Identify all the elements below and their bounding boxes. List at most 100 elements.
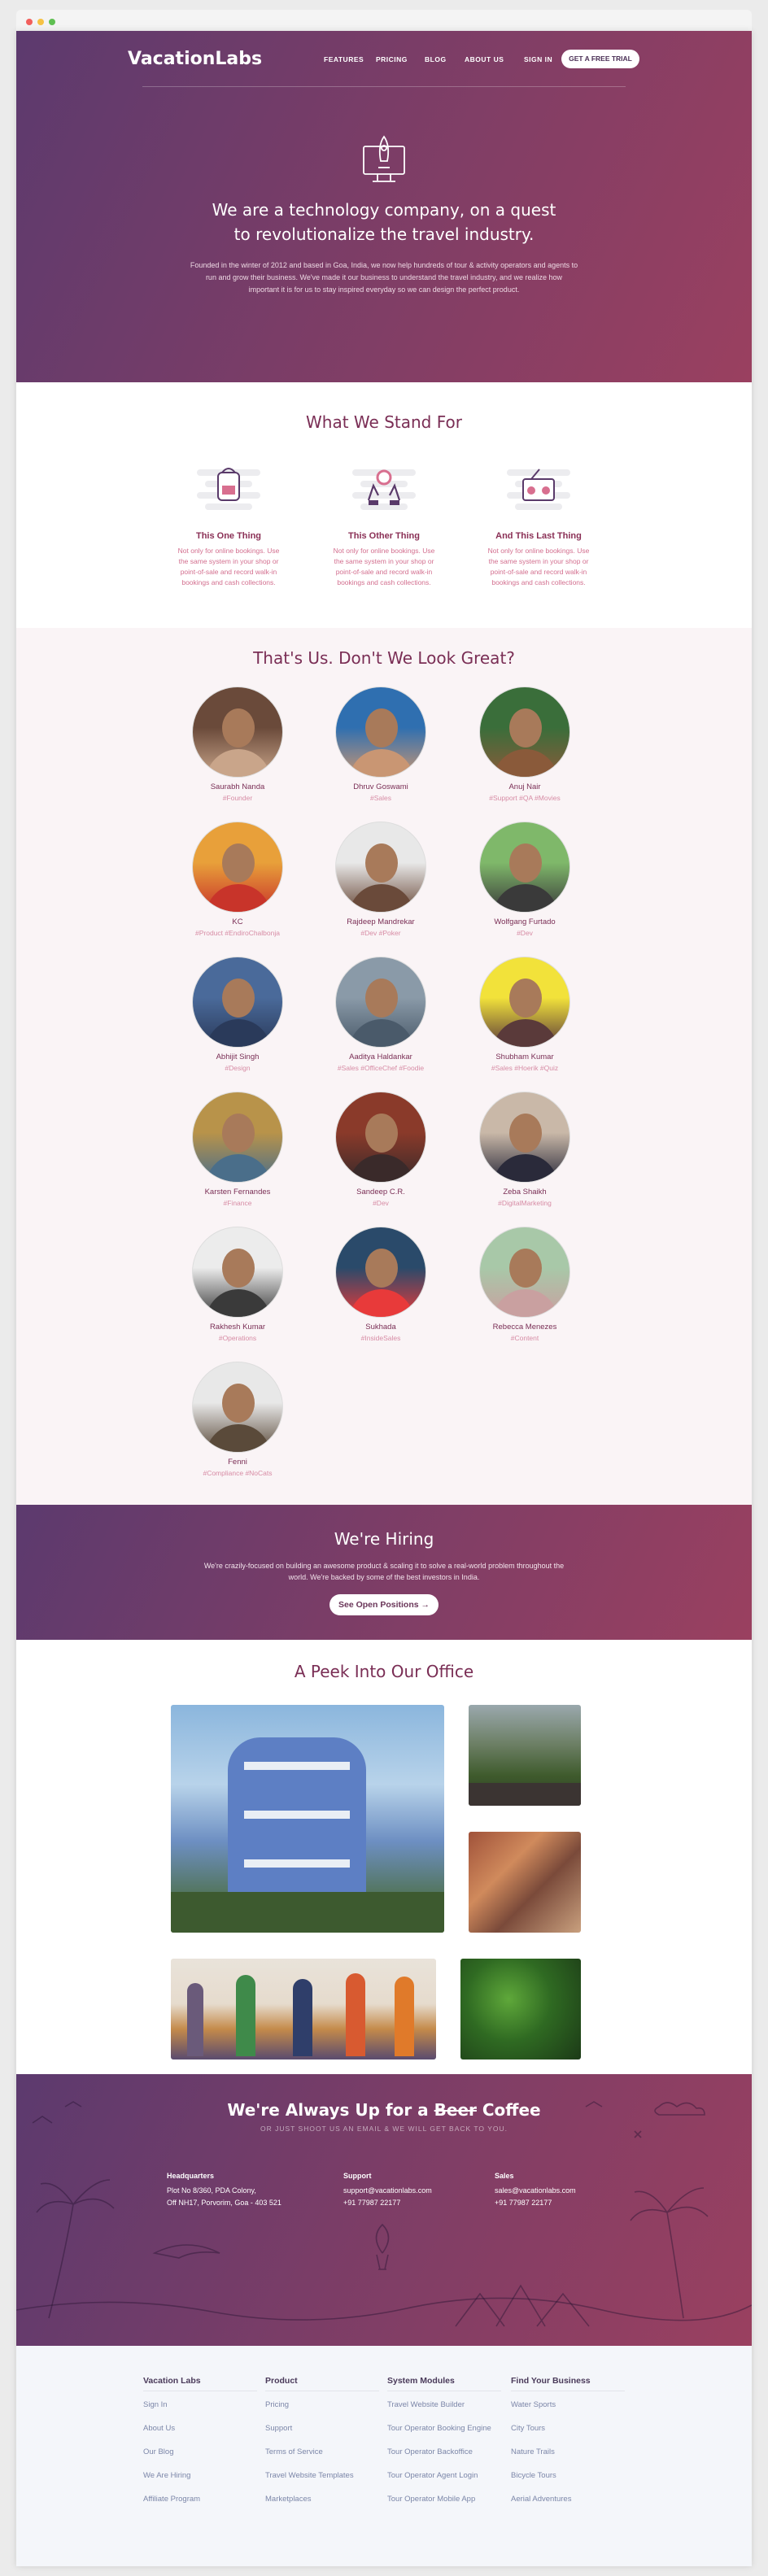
- avatar: [335, 1227, 426, 1318]
- value-text: Not only for online bookings. Use the sam…: [177, 547, 280, 586]
- team-member-name: Aaditya Haldankar: [349, 1053, 412, 1061]
- avatar-body-shape: [206, 1154, 271, 1182]
- avatar: [192, 957, 283, 1048]
- team-member-tags: #Compliance #NoCats: [203, 1469, 273, 1477]
- nav-pricing[interactable]: PRICING: [376, 55, 408, 63]
- team-member-tags: #Product #EndiroChalbonja: [195, 929, 280, 937]
- team-title: That's Us. Don't We Look Great?: [253, 648, 515, 668]
- hiring-text-line-2: world. We're backed by some of the best …: [288, 1573, 480, 1581]
- team-member-tags: #Dev: [517, 929, 533, 937]
- footer-link[interactable]: Tour Operator Backoffice: [387, 2447, 473, 2456]
- footer-link[interactable]: Marketplaces: [265, 2495, 312, 2504]
- team-group-photo: [171, 1959, 436, 2059]
- team-member-tags: #Dev #Poker: [360, 929, 401, 937]
- nav-sign-in[interactable]: SIGN IN: [524, 55, 552, 63]
- office-section: A Peek Into Our Office: [16, 1640, 752, 2074]
- close-window-dot[interactable]: [26, 19, 33, 25]
- team-section: That's Us. Don't We Look Great? Saurabh …: [16, 628, 752, 1505]
- avatar: [335, 822, 426, 913]
- avatar: [479, 1092, 570, 1183]
- free-trial-button[interactable]: GET A FREE TRIAL: [561, 50, 639, 68]
- open-positions-button[interactable]: See Open Positions →: [329, 1594, 439, 1615]
- value-title: This One Thing: [195, 531, 262, 541]
- avatar-body-shape: [206, 884, 271, 912]
- footer-link[interactable]: About Us: [143, 2424, 175, 2433]
- avatar: [335, 686, 426, 778]
- footer-section: Vacation Labs Sign In About Us Our Blog We A…: [16, 2346, 752, 2566]
- footer-column-title: Vacation Labs: [143, 2376, 201, 2386]
- avatar-face-shape: [365, 979, 398, 1018]
- rocket-monitor-icon: [363, 135, 405, 182]
- avatar-face-shape: [365, 1114, 398, 1153]
- contact-title: We're Always Up for a Beer Coffee: [227, 2100, 541, 2120]
- avatar: [192, 686, 283, 778]
- browser-chrome: [16, 10, 752, 33]
- office-title: A Peek Into Our Office: [294, 1662, 474, 1681]
- footer-link[interactable]: Tour Operator Booking Engine: [387, 2424, 491, 2433]
- radio-icon: [507, 469, 570, 510]
- minimize-window-dot[interactable]: [37, 19, 44, 25]
- team-member-name: Saurabh Nanda: [210, 782, 265, 791]
- sales-phone[interactable]: +91 77987 22177: [495, 2197, 552, 2209]
- avatar-face-shape: [222, 1249, 255, 1288]
- hands-gear-icon: [352, 469, 416, 510]
- maximize-window-dot[interactable]: [49, 19, 55, 25]
- footer-link[interactable]: Affiliate Program: [143, 2495, 200, 2504]
- avatar: [192, 1227, 283, 1318]
- footer-link[interactable]: Travel Website Builder: [387, 2400, 465, 2409]
- footer-link[interactable]: Bicycle Tours: [511, 2471, 556, 2480]
- footer-link[interactable]: We Are Hiring: [143, 2471, 190, 2480]
- footer-link[interactable]: Aerial Adventures: [511, 2495, 571, 2504]
- office-view-photo: [469, 1705, 581, 1806]
- footer-link[interactable]: Pricing: [265, 2400, 289, 2409]
- nav-features[interactable]: FEATURES: [324, 55, 364, 63]
- avatar-body-shape: [206, 1289, 271, 1317]
- avatar: [192, 822, 283, 913]
- avatar-body-shape: [349, 1154, 414, 1182]
- team-member-tags: #Content: [510, 1334, 539, 1342]
- footer-link[interactable]: City Tours: [511, 2424, 545, 2433]
- footer-link[interactable]: Travel Website Templates: [265, 2471, 354, 2480]
- footer-column-title: Find Your Business: [511, 2376, 591, 2386]
- team-member-name: Anuj Nair: [508, 782, 541, 791]
- footer-link[interactable]: Our Blog: [143, 2447, 174, 2456]
- footer-link[interactable]: Terms of Service: [265, 2447, 323, 2456]
- footer-link[interactable]: Nature Trails: [511, 2447, 555, 2456]
- avatar-body-shape: [349, 884, 414, 912]
- avatar-face-shape: [222, 708, 255, 748]
- avatar-face-shape: [222, 843, 255, 883]
- avatar: [335, 957, 426, 1048]
- team-member-name: Shubham Kumar: [495, 1053, 554, 1061]
- team-member-tags: #Dev: [373, 1199, 389, 1207]
- avatar-body-shape: [206, 749, 271, 777]
- footer-link[interactable]: Support: [265, 2424, 292, 2433]
- logo[interactable]: VacationLabs: [128, 49, 262, 69]
- team-member-name: Zeba Shaikh: [503, 1188, 547, 1196]
- hero-body-line-2: run and grow their business. We've made …: [205, 273, 563, 281]
- nav-about-us[interactable]: ABOUT US: [465, 55, 504, 63]
- team-member-name: Fenni: [228, 1458, 247, 1467]
- avatar-body-shape: [493, 884, 558, 912]
- hiring-text-line-1: We're crazily-focused on building an awe…: [203, 1562, 565, 1570]
- avatar: [479, 686, 570, 778]
- team-member-tags: #Design: [225, 1064, 251, 1072]
- footer-column-title: Product: [265, 2376, 298, 2386]
- support-phone[interactable]: +91 77987 22177: [343, 2197, 400, 2209]
- footer-link[interactable]: Tour Operator Mobile App: [387, 2495, 475, 2504]
- avatar-face-shape: [222, 979, 255, 1018]
- hero-title-line-2: to revolutionalize the travel industry.: [233, 224, 535, 244]
- avatar: [479, 1227, 570, 1318]
- team-member-tags: #Sales #OfficeChef #Foodie: [337, 1064, 425, 1072]
- footer-link[interactable]: Water Sports: [511, 2400, 556, 2409]
- nav-blog[interactable]: BLOG: [425, 55, 447, 63]
- footer-link[interactable]: Tour Operator Agent Login: [387, 2471, 478, 2480]
- team-member-name: KC: [232, 918, 243, 926]
- hero-title-line-1: We are a technology company, on a quest: [212, 200, 556, 220]
- sales-email[interactable]: sales@vacationlabs.com: [495, 2185, 576, 2197]
- team-member-tags: #Support #QA #Movies: [489, 794, 561, 802]
- support-email[interactable]: support@vacationlabs.com: [343, 2185, 432, 2197]
- footer-link[interactable]: Sign In: [143, 2400, 168, 2409]
- hero-body-line-3: important it is for us to stay inspired …: [248, 285, 520, 294]
- team-member-name: Rajdeep Mandrekar: [347, 918, 415, 926]
- avatar-face-shape: [509, 979, 542, 1018]
